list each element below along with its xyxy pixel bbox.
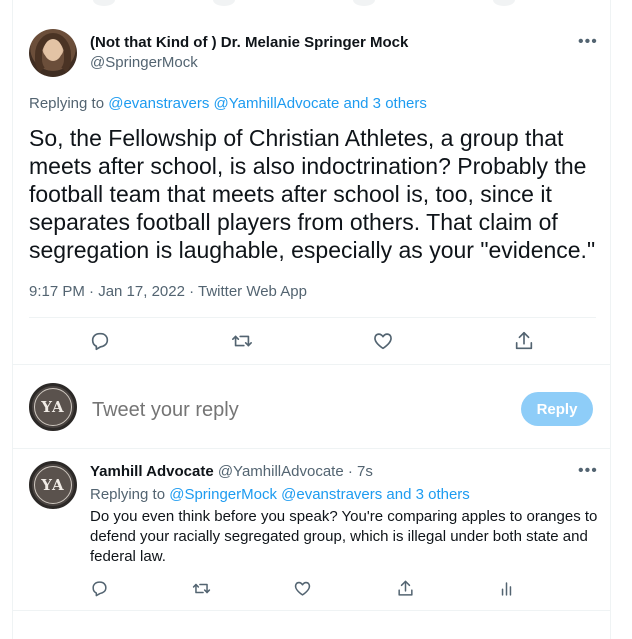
reply-icon[interactable] [88,329,112,353]
divider [13,610,610,611]
reply-button[interactable]: Reply [521,392,593,426]
reply-replying-to: Replying to @SpringerMock @evanstravers … [90,486,470,503]
avatar-monogram: YA [34,466,72,504]
author-name[interactable]: (Not that Kind of ) Dr. Melanie Springer… [90,34,408,51]
author-handle[interactable]: @SpringerMock [90,54,198,71]
avatar-monogram: YA [34,388,72,426]
analytics-icon[interactable] [494,576,518,600]
more-options-icon[interactable]: ••• [578,463,598,479]
reply-author-handle[interactable]: @YamhillAdvocate [218,463,344,480]
replying-to-links[interactable]: @SpringerMock @evanstravers and 3 others [169,486,470,503]
reply-author-name[interactable]: Yamhill Advocate [90,463,214,480]
replying-to-links[interactable]: @evanstravers @YamhillAdvocate and 3 oth… [108,95,427,112]
previous-tweet-actions-fade [13,0,610,10]
divider [13,364,610,365]
retweet-icon[interactable] [230,329,254,353]
author-avatar[interactable] [29,29,77,77]
reply-time[interactable]: · 7s [348,463,373,480]
like-icon[interactable] [290,576,314,600]
replying-prefix: Replying to [90,486,166,503]
share-icon[interactable] [393,576,417,600]
tweet-text: So, the Fellowship of Christian Athletes… [29,125,596,263]
reply-text: Do you even think before you speak? You'… [90,508,598,565]
replying-prefix: Replying to [29,95,105,112]
reply-author-avatar[interactable]: YA [29,461,77,509]
user-avatar[interactable]: YA [29,383,77,431]
timeline-column: (Not that Kind of ) Dr. Melanie Springer… [12,0,611,639]
more-options-icon[interactable]: ••• [578,34,598,50]
reply-author-line: Yamhill Advocate @YamhillAdvocate · 7s [90,463,373,480]
tweet-reply-input[interactable] [90,398,474,423]
divider [29,317,596,318]
like-icon[interactable] [371,329,395,353]
retweet-icon[interactable] [189,576,213,600]
replying-to: Replying to @evanstravers @YamhillAdvoca… [29,95,427,112]
reply-icon[interactable] [87,576,111,600]
share-icon[interactable] [512,329,536,353]
tweet-meta[interactable]: 9:17 PM · Jan 17, 2022 · Twitter Web App [29,283,307,300]
divider [13,448,610,449]
